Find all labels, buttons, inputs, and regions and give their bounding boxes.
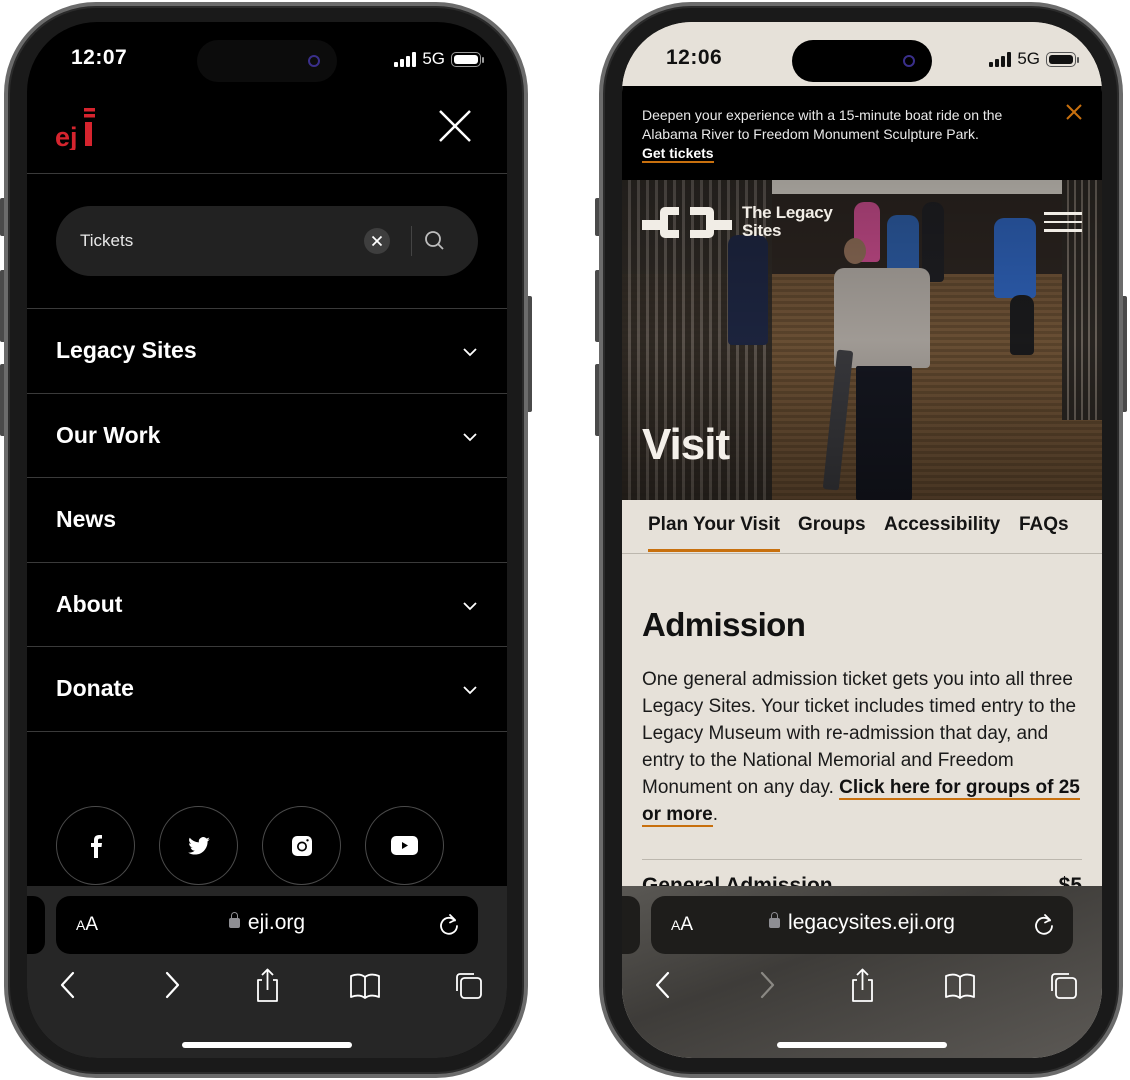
bookmarks-icon[interactable]: [349, 968, 381, 1004]
search-input[interactable]: [80, 206, 350, 276]
status-time: 12:06: [666, 46, 723, 69]
menu-item-label: News: [56, 506, 117, 532]
chevron-down-icon: [463, 348, 477, 357]
camera: [903, 55, 915, 67]
tab-plan-your-visit[interactable]: Plan Your Visit: [648, 514, 780, 552]
dynamic-island: [197, 40, 337, 82]
network-label: 5G: [1017, 49, 1040, 68]
nav-menu: Legacy Sites Our Work News About Donate: [27, 308, 507, 732]
chevron-down-icon: [463, 432, 477, 441]
twitter-icon: [187, 836, 210, 855]
brand-name-line2: Sites: [742, 221, 782, 240]
signal-icon: [394, 51, 417, 67]
dynamic-island: [792, 40, 932, 82]
tab-groups[interactable]: Groups: [798, 514, 866, 536]
lock-icon: [228, 912, 240, 928]
section-tabs: Plan Your Visit Groups Accessibility FAQ…: [622, 500, 1102, 554]
menu-item-label: About: [56, 590, 123, 617]
social-links: [56, 806, 444, 885]
tabs-icon[interactable]: [1046, 968, 1078, 1004]
home-indicator[interactable]: [777, 1042, 947, 1048]
screen: 12:07 5G ej Tickets Legacy Sites Our Wor…: [27, 22, 507, 1058]
chevron-down-icon: [463, 601, 477, 610]
home-indicator[interactable]: [182, 1042, 352, 1048]
clear-icon[interactable]: [364, 228, 390, 254]
facebook-link[interactable]: [56, 806, 135, 885]
forward-icon[interactable]: [750, 968, 782, 1004]
section-heading: Admission: [642, 606, 806, 643]
twitter-link[interactable]: [159, 806, 238, 885]
menu-item-legacy-sites[interactable]: Legacy Sites: [27, 309, 507, 394]
share-icon[interactable]: [846, 968, 878, 1004]
instagram-icon: [291, 835, 312, 856]
youtube-link[interactable]: [365, 806, 444, 885]
forward-icon[interactable]: [155, 968, 187, 1004]
tabs-icon[interactable]: [451, 968, 483, 1004]
camera: [308, 55, 320, 67]
menu-item-donate[interactable]: Donate: [27, 647, 507, 732]
instagram-link[interactable]: [262, 806, 341, 885]
browser-chrome: AA eji.org: [27, 886, 507, 1058]
reload-icon[interactable]: [1033, 913, 1055, 937]
back-icon[interactable]: [648, 968, 680, 1004]
battery-icon: [451, 51, 484, 67]
browser-toolbar: [622, 968, 1102, 1008]
get-tickets-link[interactable]: Get tickets: [642, 145, 714, 163]
battery-icon: [1046, 51, 1079, 67]
back-icon[interactable]: [53, 968, 85, 1004]
previous-tab-peek[interactable]: [622, 896, 640, 954]
url-text: legacysites.eji.org: [788, 911, 955, 934]
screen: 12:06 5G Deepen your experience with a 1…: [622, 22, 1102, 1058]
hamburger-menu-icon[interactable]: [1044, 212, 1082, 232]
hero-banner: The Legacy Sites Visit: [622, 180, 1102, 500]
menu-item-label: Legacy Sites: [56, 337, 197, 363]
close-icon[interactable]: [437, 108, 473, 144]
url-display[interactable]: eji.org: [56, 911, 478, 935]
search-bar: [56, 206, 478, 276]
address-bar[interactable]: AA eji.org: [56, 896, 478, 954]
url-display[interactable]: legacysites.eji.org: [651, 911, 1073, 935]
browser-toolbar: [27, 968, 507, 1008]
legacy-sites-logo-icon[interactable]: [642, 206, 732, 240]
previous-tab-peek[interactable]: [27, 896, 45, 954]
close-icon[interactable]: [1064, 102, 1084, 122]
promo-message: Deepen your experience with a 15-minute …: [642, 107, 1003, 142]
network-label: 5G: [422, 49, 445, 68]
status-time: 12:07: [71, 46, 128, 69]
browser-chrome: AA legacysites.eji.org: [622, 886, 1102, 1058]
address-bar[interactable]: AA legacysites.eji.org: [651, 896, 1073, 954]
menu-item-news[interactable]: News: [27, 478, 507, 563]
bookmarks-icon[interactable]: [944, 968, 976, 1004]
tab-accessibility[interactable]: Accessibility: [884, 514, 1000, 536]
reload-icon[interactable]: [438, 913, 460, 937]
phone-eji-menu: 12:07 5G ej Tickets Legacy Sites Our Wor…: [0, 0, 532, 1080]
menu-item-label: Our Work: [56, 421, 161, 448]
lock-icon: [769, 912, 781, 928]
tab-faqs[interactable]: FAQs: [1019, 514, 1069, 536]
search-icon[interactable]: [422, 228, 448, 254]
url-text: eji.org: [247, 911, 306, 934]
site-header: ej: [27, 102, 507, 174]
signal-icon: [989, 51, 1012, 67]
eji-logo[interactable]: ej: [55, 106, 99, 150]
share-icon[interactable]: [251, 968, 283, 1004]
brand-name-line1: The Legacy: [742, 203, 833, 222]
brand-name[interactable]: The Legacy Sites: [742, 204, 833, 240]
menu-item-label: Donate: [56, 675, 134, 701]
youtube-icon: [391, 836, 418, 855]
menu-item-about[interactable]: About: [27, 563, 507, 647]
svg-text:ej: ej: [55, 122, 78, 150]
phone-legacy-sites: 12:06 5G Deepen your experience with a 1…: [595, 0, 1127, 1080]
chevron-down-icon: [463, 686, 477, 695]
facebook-icon: [90, 834, 102, 858]
page-title: Visit: [642, 420, 730, 469]
promo-banner: Deepen your experience with a 15-minute …: [622, 86, 1102, 180]
admission-description: One general admission ticket gets you in…: [642, 666, 1082, 828]
punctuation: .: [712, 804, 719, 825]
menu-item-our-work[interactable]: Our Work: [27, 394, 507, 478]
search-divider: [411, 226, 412, 256]
divider: [642, 859, 1082, 860]
